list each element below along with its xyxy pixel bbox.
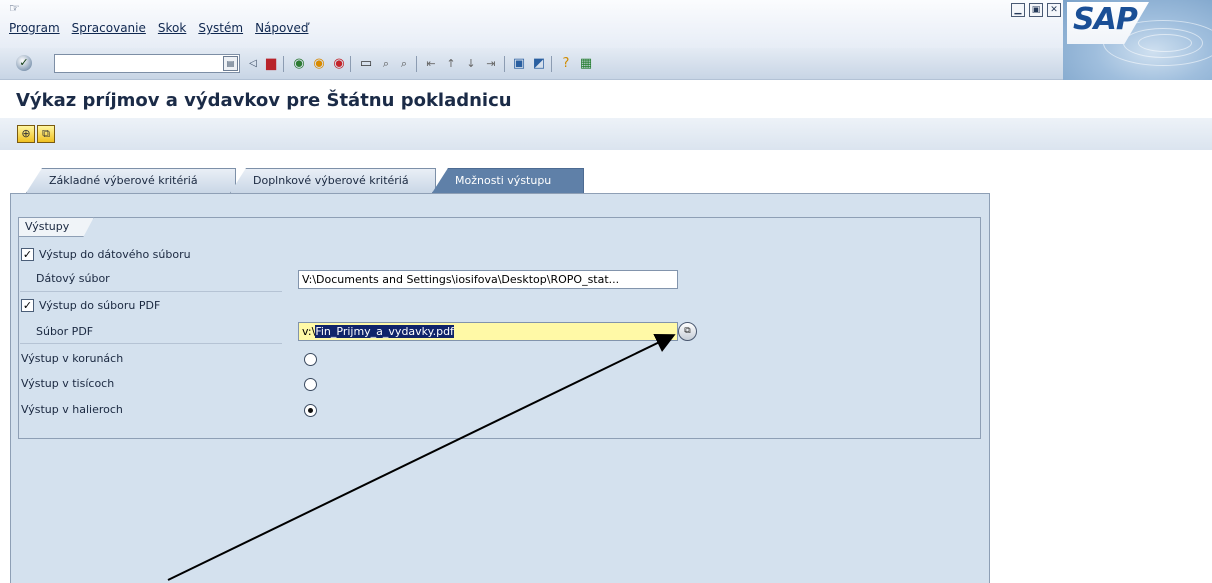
annotation-arrow	[167, 333, 676, 581]
